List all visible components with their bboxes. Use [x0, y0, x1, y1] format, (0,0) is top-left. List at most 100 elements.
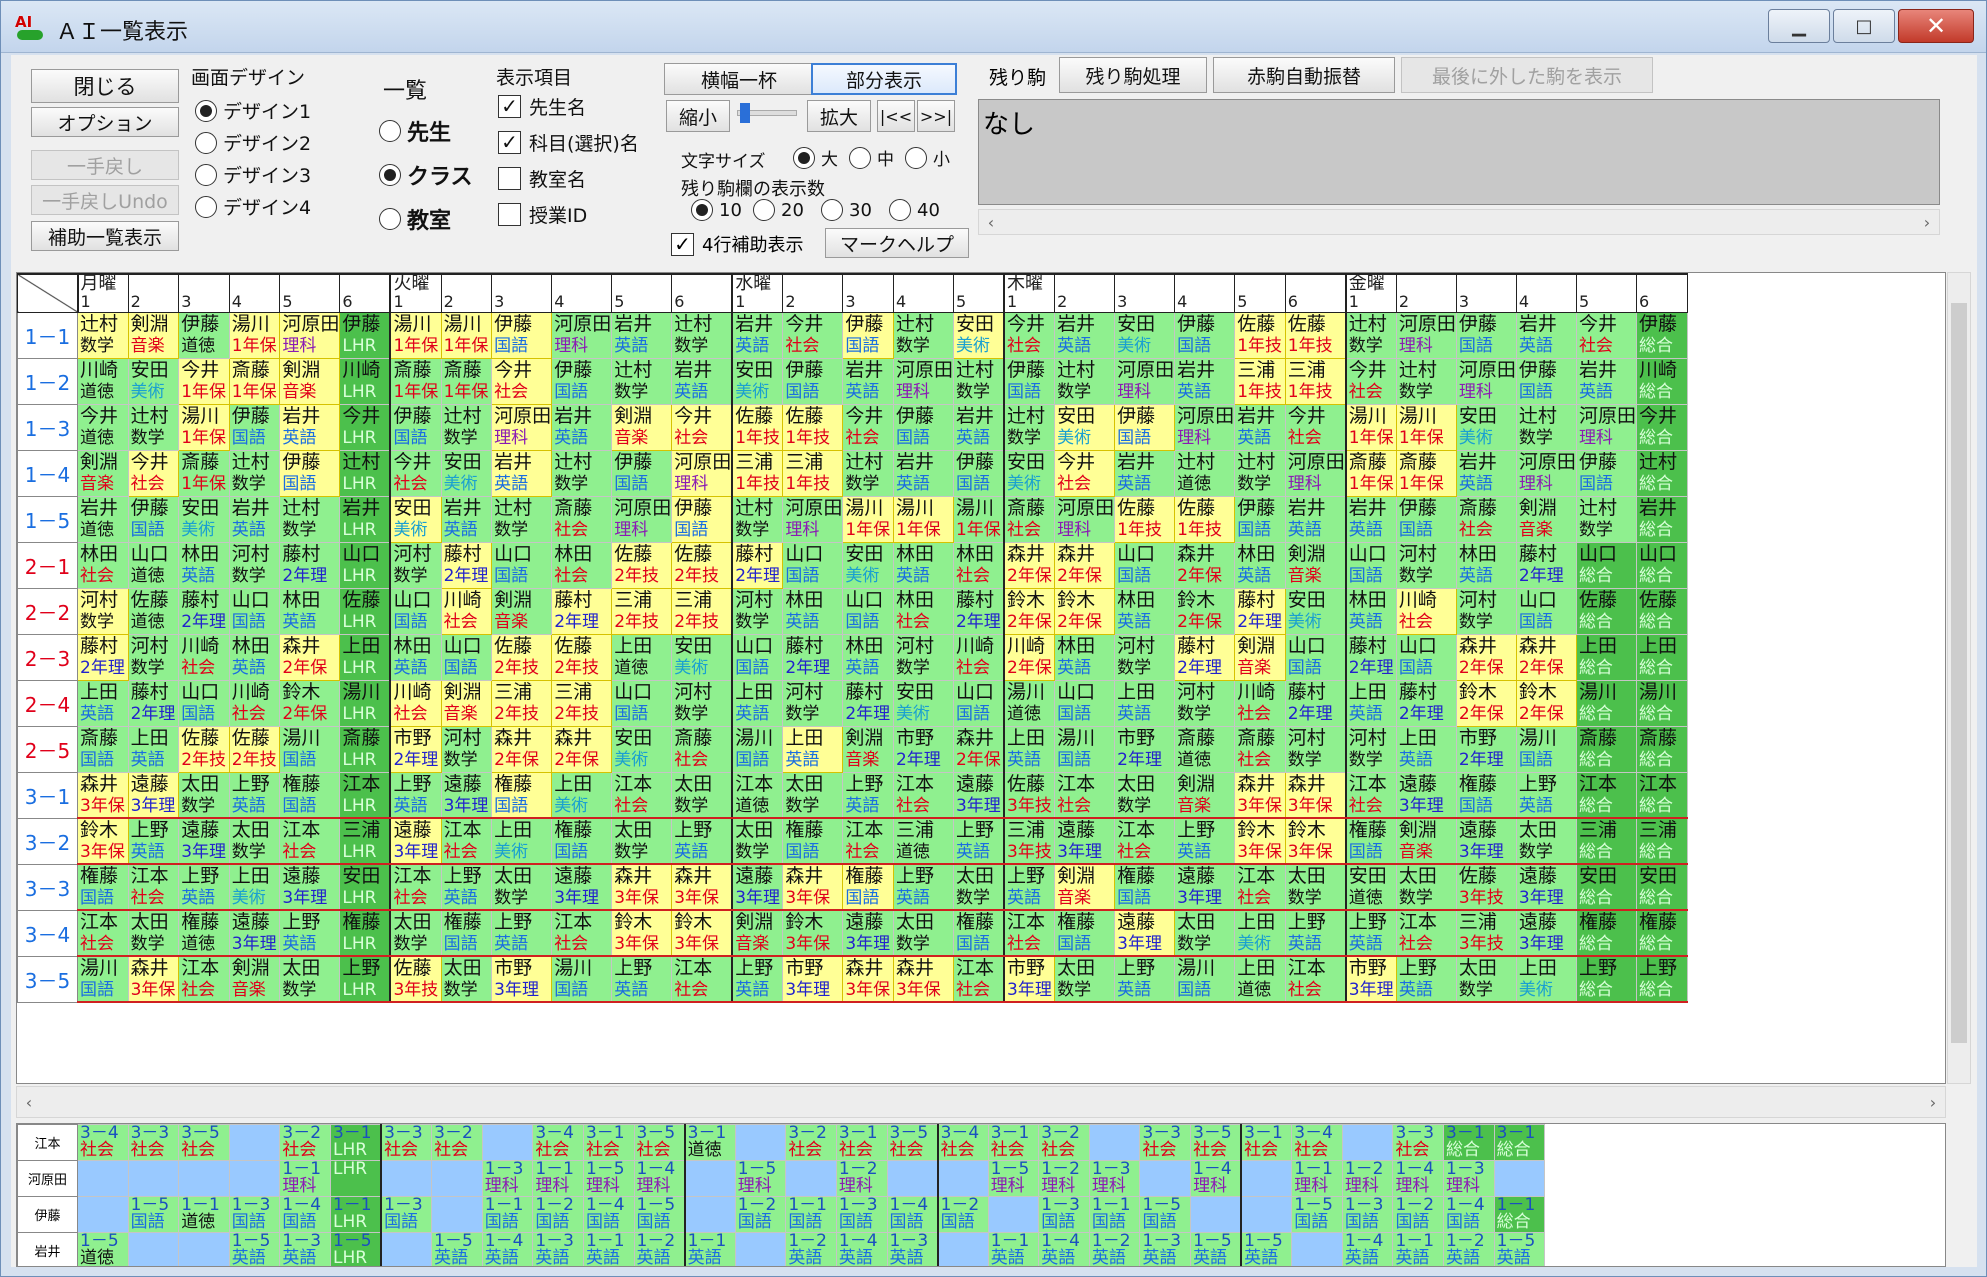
timetable-cell[interactable]: 伊藤 国語: [1575, 449, 1637, 497]
timetable-cell[interactable]: 森井 2年保: [1054, 541, 1116, 589]
timetable-cell[interactable]: 鈴木 3年保: [782, 909, 844, 957]
teacher-aux-cell[interactable]: 1－5 英語: [1493, 1232, 1546, 1266]
design-radio-1[interactable]: デザイン1: [195, 97, 311, 124]
timetable-cell[interactable]: 上田 英語: [77, 679, 129, 727]
teacher-aux-cell[interactable]: 1－2 国語: [936, 1196, 989, 1233]
timetable-cell[interactable]: 斎藤 総合: [1575, 725, 1637, 773]
timetable-cell[interactable]: 河村 数学: [77, 587, 129, 635]
timetable-cell[interactable]: 遠藤 3年理: [1395, 771, 1457, 819]
timetable-cell[interactable]: 上野 総合: [1635, 955, 1688, 1003]
class-row-header[interactable]: 1－3: [17, 403, 78, 451]
timetable-cell[interactable]: 斎藤 1年保: [389, 357, 442, 405]
timetable-cell[interactable]: 岩井 英語: [1114, 449, 1176, 497]
timetable-cell[interactable]: 湯川 総合: [1575, 679, 1637, 727]
teacher-aux-cell[interactable]: 1－3 英語: [886, 1232, 939, 1266]
timetable-cell[interactable]: 川崎 社会: [1234, 679, 1286, 727]
teacher-aux-cell[interactable]: 1－2 英語: [785, 1232, 837, 1266]
teacher-aux-cell[interactable]: 1－5 理科: [582, 1160, 635, 1197]
timetable-cell[interactable]: 遠藤 3年理: [551, 863, 613, 911]
teacher-row-header[interactable]: 河原田: [17, 1160, 78, 1197]
timetable-cell[interactable]: 上田 英語: [1395, 725, 1457, 773]
timetable-cell[interactable]: 川崎 2年保: [1003, 633, 1056, 681]
mark-help-button[interactable]: マークヘルプ: [825, 228, 969, 258]
teacher-aux-cell[interactable]: 3－5 社会: [178, 1124, 230, 1161]
timetable-cell[interactable]: 上野 英語: [228, 771, 281, 819]
timetable-cell[interactable]: 江本 社会: [1284, 955, 1347, 1003]
timetable-cell[interactable]: 辻村 数学: [1344, 311, 1397, 359]
class-row-header[interactable]: 1－1: [17, 311, 78, 359]
class-row-header[interactable]: 3－1: [17, 771, 78, 819]
timetable-cell[interactable]: 川崎 総合: [1635, 357, 1688, 405]
timetable-cell[interactable]: 藤村 2年理: [842, 679, 894, 727]
teacher-aux-cell[interactable]: LHR: [329, 1160, 382, 1197]
timetable-cell[interactable]: 山口 国語: [440, 633, 493, 681]
teacher-aux-cell[interactable]: 1－2 理科: [1038, 1160, 1090, 1197]
timetable-cell[interactable]: 権藤 国語: [77, 863, 129, 911]
teacher-aux-cell[interactable]: 1－2 英語: [633, 1232, 686, 1266]
teacher-aux-cell[interactable]: 1－2 理科: [835, 1160, 888, 1197]
teacher-aux-cell[interactable]: 1－5 国語: [1139, 1196, 1192, 1233]
count-20-radio[interactable]: 20: [753, 199, 804, 221]
teacher-aux-cell[interactable]: 3－2 社会: [1038, 1124, 1090, 1161]
show-teacher-checkbox[interactable]: ✓ 先生名: [498, 93, 586, 120]
teacher-aux-cell[interactable]: [178, 1232, 230, 1266]
teacher-aux-cell[interactable]: 1－1 理科: [1291, 1160, 1343, 1197]
timetable-cell[interactable]: 森井 3年保: [77, 771, 129, 819]
teacher-aux-cell[interactable]: 1－3 英語: [279, 1232, 331, 1266]
teacher-aux-cell[interactable]: [1240, 1196, 1293, 1233]
teacher-aux-cell[interactable]: [1240, 1160, 1293, 1197]
timetable-cell[interactable]: 辻村 数学: [551, 449, 613, 497]
timetable-cell[interactable]: 河村 数学: [892, 633, 954, 681]
timetable-cell[interactable]: 岩井 英語: [1515, 311, 1577, 359]
timetable-cell[interactable]: 林田 英語: [1344, 587, 1397, 635]
timetable-cell[interactable]: 森井 3年保: [127, 955, 180, 1003]
teacher-aux-cell[interactable]: 3－1 総合: [1493, 1124, 1546, 1161]
timetable-cell[interactable]: 河村 数学: [127, 633, 180, 681]
timetable-cell[interactable]: 河村 数学: [782, 679, 844, 727]
timetable-cell[interactable]: 藤村 2年理: [77, 633, 129, 681]
timetable-cell[interactable]: 遠藤 3年理: [389, 817, 442, 865]
teacher-aux-cell[interactable]: [431, 1196, 483, 1233]
timetable-cell[interactable]: 辻村 数学: [1003, 403, 1056, 451]
timetable-cell[interactable]: 佐藤 3年技: [1455, 863, 1517, 911]
timetable-cell[interactable]: 辻村 数学: [228, 449, 281, 497]
class-row-header[interactable]: 3－3: [17, 863, 78, 911]
timetable-cell[interactable]: 河村 数学: [1174, 679, 1236, 727]
timetable-cell[interactable]: 太田 数学: [671, 771, 733, 819]
timetable-cell[interactable]: 岩井 英語: [1234, 403, 1286, 451]
grid-vertical-scrollbar[interactable]: [1947, 272, 1971, 1084]
teacher-aux-cell[interactable]: 1－1 LHR: [329, 1196, 382, 1233]
teacher-aux-cell[interactable]: 3－1 社会: [582, 1124, 635, 1161]
timetable-cell[interactable]: 辻村 数学: [77, 311, 129, 359]
timetable-cell[interactable]: 剣淵 音楽: [1054, 863, 1116, 911]
timetable-cell[interactable]: 三浦 LHR: [339, 817, 391, 865]
class-row-header[interactable]: 1－4: [17, 449, 78, 497]
timetable-cell[interactable]: 三浦 3年技: [1003, 817, 1056, 865]
timetable-cell[interactable]: 今井 LHR: [339, 403, 391, 451]
first-page-button[interactable]: |<<: [877, 100, 915, 132]
timetable-cell[interactable]: 河原田 理科: [491, 403, 553, 451]
timetable-cell[interactable]: 太田 数学: [1114, 771, 1176, 819]
timetable-cell[interactable]: 佐藤 道徳: [127, 587, 180, 635]
teacher-aux-cell[interactable]: 3－3 社会: [1392, 1124, 1445, 1161]
timetable-cell[interactable]: 岩井 英語: [228, 495, 281, 543]
timetable-cell[interactable]: 佐藤 2年技: [491, 633, 553, 681]
show-subject-checkbox[interactable]: ✓ 科目(選択)名: [498, 129, 639, 156]
timetable-cell[interactable]: 伊藤 国語: [842, 311, 894, 359]
timetable-cell[interactable]: 川崎 社会: [440, 587, 493, 635]
timetable-cell[interactable]: 鈴木 3年保: [671, 909, 733, 957]
teacher-aux-cell[interactable]: 1－5 英語: [1190, 1232, 1242, 1266]
timetable-cell[interactable]: 山口 国語: [611, 679, 673, 727]
timetable-cell[interactable]: 伊藤 国語: [389, 403, 442, 451]
timetable-cell[interactable]: 権藤 国語: [1114, 863, 1176, 911]
timetable-cell[interactable]: 伊藤 国語: [1114, 403, 1176, 451]
timetable-cell[interactable]: 上野 英語: [279, 909, 341, 957]
timetable-cell[interactable]: 太田 数学: [1395, 863, 1457, 911]
timetable-cell[interactable]: 岩井 英語: [1344, 495, 1397, 543]
teacher-aux-cell[interactable]: 1－4 英語: [1341, 1232, 1394, 1266]
timetable-cell[interactable]: 今井 道徳: [77, 403, 129, 451]
timetable-cell[interactable]: 権藤 国語: [1455, 771, 1517, 819]
timetable-cell[interactable]: 斎藤 1年保: [440, 357, 493, 405]
timetable-cell[interactable]: 山口 国語: [842, 587, 894, 635]
timetable-cell[interactable]: 岩井 英語: [1575, 357, 1637, 405]
